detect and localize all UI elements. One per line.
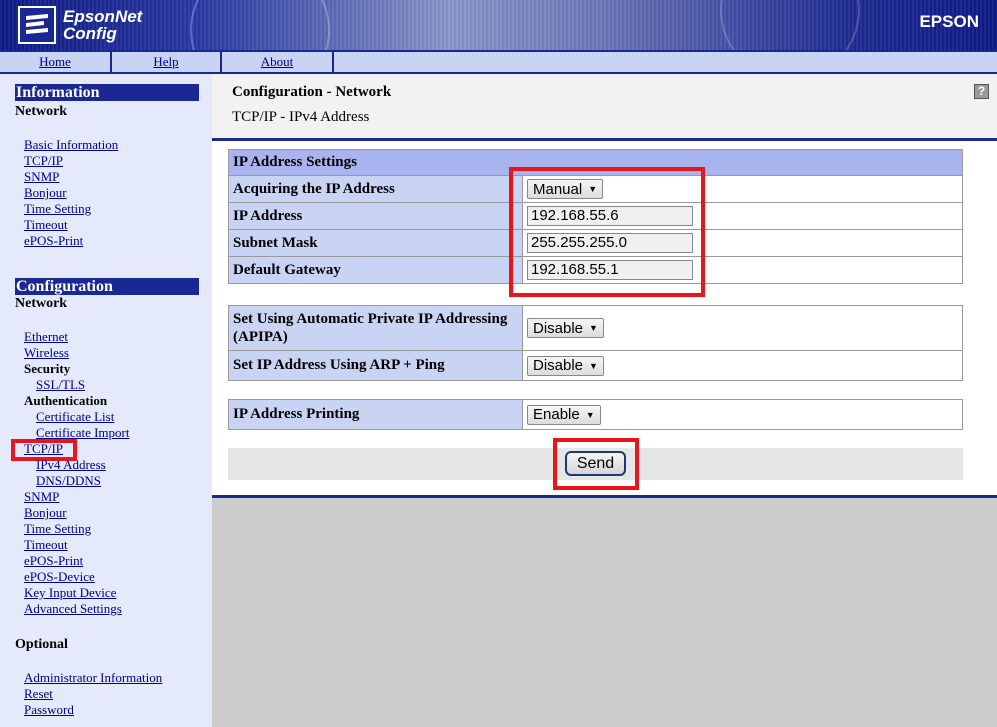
- sidebar-link-info-timeout[interactable]: Timeout: [24, 217, 68, 233]
- sidebar-link-config-timeout[interactable]: Timeout: [24, 537, 68, 553]
- empty-content-area: [212, 498, 997, 727]
- sidebar-link-epos-device[interactable]: ePOS-Device: [24, 569, 95, 585]
- help-icon[interactable]: ?: [974, 84, 989, 99]
- top-nav: Home Help About: [0, 50, 997, 74]
- page-title: Configuration - Network: [232, 84, 392, 100]
- apipa-arp-table: Set Using Automatic Private IP Addressin…: [228, 305, 963, 381]
- default-gateway-label: Default Gateway: [228, 256, 523, 284]
- ip-printing-table: IP Address Printing Enable ▼: [228, 399, 963, 430]
- apipa-label: Set Using Automatic Private IP Addressin…: [228, 305, 523, 351]
- arp-ping-value: Disable: [533, 357, 584, 374]
- sidebar-optional-heading: Optional: [15, 637, 68, 652]
- sidebar-link-info-snmp[interactable]: SNMP: [24, 169, 59, 185]
- arp-ping-label: Set IP Address Using ARP + Ping: [228, 350, 523, 381]
- logo-stripes-icon: [26, 14, 48, 34]
- acquire-ip-label: Acquiring the IP Address: [228, 175, 523, 203]
- ip-address-label: IP Address: [228, 202, 523, 230]
- nav-help-cell: Help: [112, 52, 222, 72]
- sidebar-link-advanced-settings[interactable]: Advanced Settings: [24, 601, 122, 617]
- sidebar-link-info-time-setting[interactable]: Time Setting: [24, 201, 91, 217]
- apipa-cell: Disable ▼: [522, 305, 963, 351]
- sidebar-link-config-bonjour[interactable]: Bonjour: [24, 505, 67, 521]
- sidebar-link-config-epos-print[interactable]: ePOS-Print: [24, 553, 83, 569]
- sidebar-configuration-network: Network: [15, 296, 68, 311]
- sidebar-link-info-bonjour[interactable]: Bonjour: [24, 185, 67, 201]
- sidebar-link-wireless[interactable]: Wireless: [24, 345, 69, 361]
- ip-printing-label: IP Address Printing: [228, 399, 523, 430]
- apipa-select[interactable]: Disable ▼: [527, 318, 604, 338]
- sidebar-link-info-epos-print[interactable]: ePOS-Print: [24, 233, 83, 249]
- ip-printing-value: Enable: [533, 406, 580, 423]
- app-name: EpsonNet Config: [63, 8, 142, 42]
- nav-about-link[interactable]: About: [261, 54, 294, 69]
- sidebar-information-heading: Information: [15, 84, 199, 101]
- sidebar-configuration-heading: Configuration: [15, 278, 199, 295]
- dropdown-arrow-icon: ▼: [589, 360, 598, 371]
- ip-printing-cell: Enable ▼: [522, 399, 963, 430]
- sidebar-link-ssl-tls[interactable]: SSL/TLS: [36, 377, 85, 393]
- sidebar-link-certificate-list[interactable]: Certificate List: [36, 409, 114, 425]
- arp-ping-cell: Disable ▼: [522, 350, 963, 381]
- nav-help-link[interactable]: Help: [153, 54, 178, 69]
- brand-logo: EPSON: [919, 12, 979, 31]
- sidebar-link-ipv4-address[interactable]: IPv4 Address: [36, 457, 106, 473]
- sidebar-link-password[interactable]: Password: [24, 702, 74, 718]
- banner-compass-decoration: [720, 0, 860, 50]
- subnet-mask-label: Subnet Mask: [228, 229, 523, 257]
- ip-printing-select[interactable]: Enable ▼: [527, 404, 601, 425]
- sidebar-label-security: Security: [24, 361, 71, 376]
- epsonnet-logo-icon: [18, 6, 56, 44]
- sidebar-information-network: Network: [15, 104, 68, 119]
- dropdown-arrow-icon: ▼: [585, 409, 595, 420]
- ip-fields-highlight-box: [509, 167, 705, 297]
- sidebar-link-key-input-device[interactable]: Key Input Device: [24, 585, 116, 601]
- sidebar-link-dns-ddns[interactable]: DNS/DDNS: [36, 473, 101, 489]
- nav-home-cell: Home: [0, 52, 112, 72]
- sidebar-link-reset[interactable]: Reset: [24, 686, 53, 702]
- sidebar-link-config-snmp[interactable]: SNMP: [24, 489, 59, 505]
- sidebar-link-basic-information[interactable]: Basic Information: [24, 137, 118, 153]
- arp-ping-select[interactable]: Disable ▼: [527, 355, 604, 376]
- header-banner: EpsonNet Config EPSON: [0, 0, 997, 50]
- sidebar-label-authentication: Authentication: [24, 393, 108, 408]
- nav-about-cell: About: [222, 52, 334, 72]
- sidebar-link-config-time-setting[interactable]: Time Setting: [24, 521, 91, 537]
- page-subtitle: TCP/IP - IPv4 Address: [232, 109, 370, 125]
- send-highlight-box: [553, 438, 639, 490]
- app-name-line2: Config: [63, 24, 117, 43]
- apipa-value: Disable: [533, 319, 584, 337]
- nav-home-link[interactable]: Home: [39, 54, 71, 69]
- sidebar-link-administrator-information[interactable]: Administrator Information: [24, 670, 162, 686]
- app-name-line1: EpsonNet: [63, 7, 143, 26]
- dropdown-arrow-icon: ▼: [589, 323, 598, 333]
- banner-compass-decoration: [190, 0, 330, 50]
- sidebar-link-ethernet[interactable]: Ethernet: [24, 329, 68, 345]
- sidebar-link-info-tcpip[interactable]: TCP/IP: [24, 153, 63, 169]
